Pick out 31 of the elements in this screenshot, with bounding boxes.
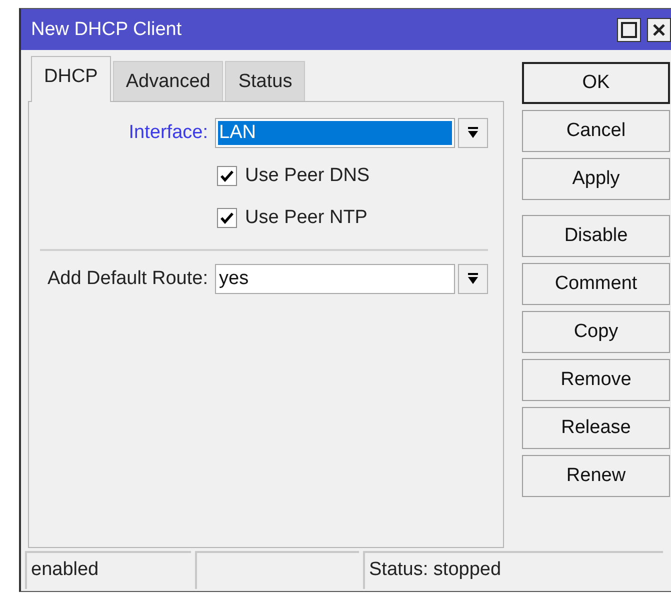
- dialog-button[interactable]: Renew: [522, 455, 670, 497]
- field-label: Interface:: [128, 122, 209, 144]
- checkbox[interactable]: [217, 166, 237, 186]
- checkbox[interactable]: [217, 208, 237, 228]
- tab[interactable]: DHCP: [31, 56, 111, 102]
- status-cell: Status: stopped: [363, 551, 663, 589]
- tab[interactable]: Status: [225, 61, 306, 101]
- dropdown-field[interactable]: yes: [215, 264, 455, 294]
- status-cell: enabled: [25, 551, 191, 589]
- dropdown-icon: [467, 273, 479, 285]
- field-label: Add Default Route:: [46, 268, 209, 290]
- dialog-button[interactable]: Remove: [522, 359, 670, 401]
- maximize-button[interactable]: [617, 18, 641, 42]
- window-title: New DHCP Client: [31, 18, 183, 40]
- dropdown-field[interactable]: LAN: [215, 118, 455, 148]
- tab[interactable]: Advanced: [112, 61, 224, 101]
- close-icon: [652, 22, 666, 36]
- dialog-button[interactable]: Copy: [522, 311, 670, 353]
- dialog-button[interactable]: Release: [522, 407, 670, 449]
- dropdown-button[interactable]: [458, 118, 488, 148]
- dialog-button[interactable]: Cancel: [522, 110, 670, 152]
- dialog-button[interactable]: Apply: [522, 158, 670, 200]
- dialog-button[interactable]: Disable: [522, 215, 670, 257]
- maximize-icon: [621, 22, 637, 38]
- ok-button[interactable]: OK: [522, 62, 670, 104]
- checkbox-label: Use Peer NTP: [245, 207, 368, 229]
- dropdown-icon: [467, 127, 479, 139]
- checkbox-label: Use Peer DNS: [245, 165, 370, 187]
- dropdown-button[interactable]: [458, 264, 488, 294]
- close-button[interactable]: [647, 18, 671, 42]
- dialog-button[interactable]: Comment: [522, 263, 670, 305]
